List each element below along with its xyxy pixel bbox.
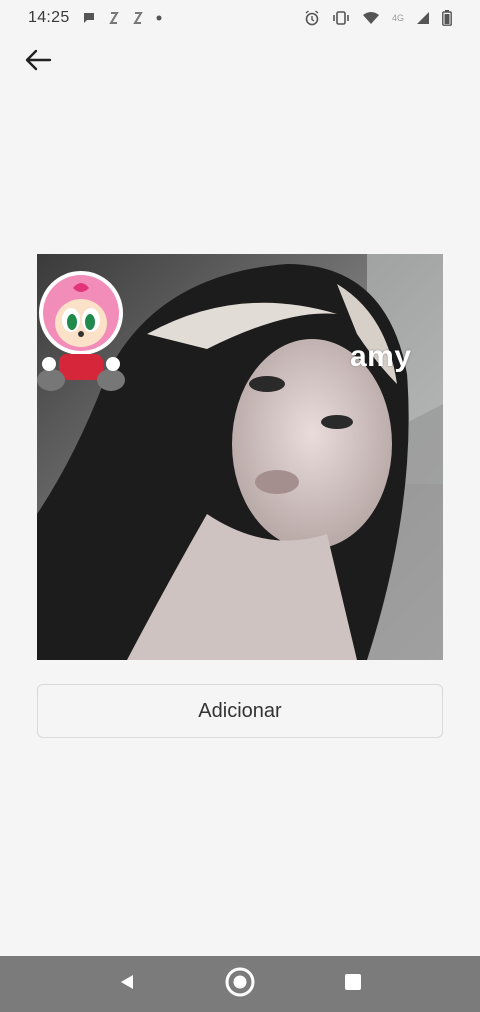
chat-bubble-icon bbox=[82, 11, 96, 25]
nav-home-button[interactable] bbox=[220, 964, 260, 1004]
alarm-icon bbox=[304, 10, 320, 26]
sticker-preview bbox=[37, 254, 443, 660]
status-bar-left: 14:25 bbox=[28, 9, 162, 27]
status-bar: 14:25 4G bbox=[0, 0, 480, 36]
dot-icon bbox=[156, 15, 162, 21]
sticker-caption: amy bbox=[350, 340, 412, 373]
wifi-icon bbox=[362, 11, 380, 25]
pink-hedgehog-sticker-icon bbox=[37, 271, 125, 391]
app-notification-icon bbox=[132, 11, 144, 25]
clock-time: 14:25 bbox=[28, 9, 70, 26]
battery-icon bbox=[442, 10, 452, 26]
recents-square-icon bbox=[344, 973, 362, 996]
add-button[interactable]: Adicionar bbox=[37, 684, 443, 738]
home-circle-icon bbox=[224, 966, 256, 1003]
vibrate-icon bbox=[332, 11, 350, 25]
back-triangle-icon bbox=[118, 973, 136, 996]
network-type: 4G bbox=[391, 13, 404, 23]
signal-icon bbox=[416, 11, 430, 25]
arrow-left-icon bbox=[22, 44, 54, 81]
app-notification-icon bbox=[108, 11, 120, 25]
nav-back-button[interactable] bbox=[107, 964, 147, 1004]
back-button[interactable] bbox=[18, 42, 58, 82]
nav-recents-button[interactable] bbox=[333, 964, 373, 1004]
system-nav-bar bbox=[0, 956, 480, 1012]
status-bar-right: 4G bbox=[304, 10, 452, 26]
